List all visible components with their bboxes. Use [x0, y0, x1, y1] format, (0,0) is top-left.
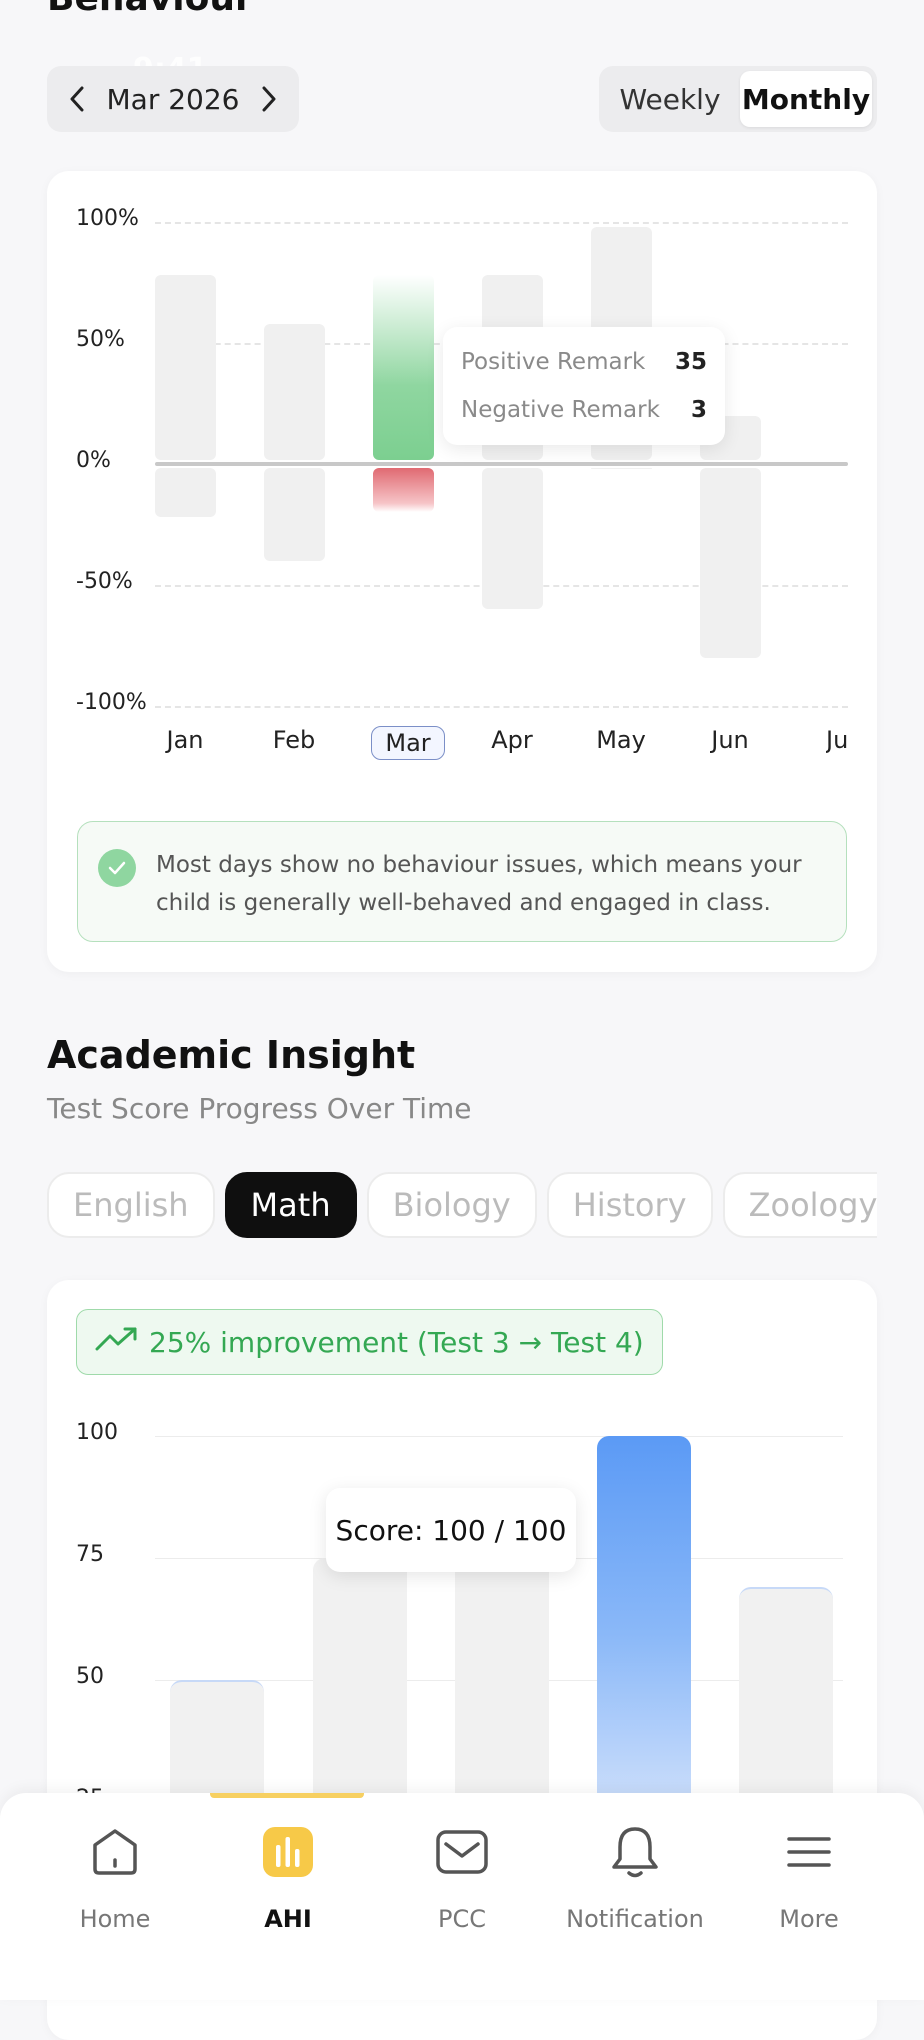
tooltip-negative-value: 3 [690, 397, 707, 423]
home-icon [86, 1823, 144, 1881]
behaviour-insight-text: Most days show no behaviour issues, whic… [156, 852, 802, 916]
behaviour-x-label[interactable]: Mar [371, 726, 445, 760]
behaviour-y-tick: 50% [76, 327, 125, 352]
behaviour-section-title: Behaviour [47, 0, 253, 19]
month-selector: Mar 2026 [47, 66, 299, 132]
tooltip-positive-value: 35 [674, 349, 707, 375]
behaviour-y-tick: 0% [76, 448, 111, 473]
nav-more[interactable]: More [722, 1823, 896, 1933]
behaviour-bar-negative[interactable] [699, 468, 761, 658]
nav-home[interactable]: Home [28, 1823, 202, 1933]
behaviour-x-label[interactable]: Ju [826, 726, 866, 754]
nav-pcc-label: PCC [438, 1905, 486, 1933]
score-y-tick: 75 [76, 1542, 104, 1567]
chip-history[interactable]: History [546, 1172, 713, 1238]
month-label: Mar 2026 [106, 82, 240, 116]
behaviour-tooltip: Positive Remark 35 Negative Remark 3 [443, 327, 725, 445]
bar-chart-icon [259, 1823, 317, 1881]
monthly-option[interactable]: Monthly [740, 71, 872, 127]
chip-math[interactable]: Math [224, 1172, 357, 1238]
behaviour-x-label[interactable]: Apr [476, 726, 548, 754]
score-bar[interactable] [455, 1558, 549, 1795]
bell-icon [606, 1823, 664, 1881]
behaviour-bar-positive[interactable] [372, 275, 434, 460]
behaviour-bar-positive[interactable] [154, 275, 216, 460]
period-toggle: Weekly Monthly [599, 66, 877, 132]
nav-ahi[interactable]: AHI [201, 1823, 375, 1933]
score-bar[interactable] [170, 1680, 264, 1797]
score-y-tick: 100 [76, 1420, 118, 1445]
behaviour-bar-negative[interactable] [590, 468, 652, 469]
trending-up-icon [95, 1326, 139, 1359]
nav-active-indicator [210, 1793, 364, 1798]
behaviour-x-label[interactable]: Jan [149, 726, 221, 754]
chip-zoology[interactable]: Zoology [722, 1172, 877, 1238]
score-tooltip: Score: 100 / 100 [326, 1488, 576, 1572]
behaviour-bar-negative[interactable] [372, 468, 434, 513]
score-bar[interactable] [597, 1436, 691, 1795]
behaviour-bar-negative[interactable] [154, 468, 216, 518]
score-grid-line [155, 1436, 843, 1437]
chevron-right-icon[interactable] [257, 86, 281, 112]
nav-notification[interactable]: Notification [548, 1823, 722, 1933]
behaviour-zero-line [155, 462, 848, 466]
behaviour-x-label[interactable]: May [585, 726, 657, 754]
tooltip-negative-label: Negative Remark [461, 397, 660, 423]
nav-more-label: More [779, 1905, 839, 1933]
tooltip-positive-label: Positive Remark [461, 349, 646, 375]
behaviour-y-tick: -50% [76, 569, 133, 594]
academic-insight-subtitle: Test Score Progress Over Time [47, 1092, 472, 1125]
academic-insight-title: Academic Insight [47, 1033, 416, 1077]
score-y-tick: 50 [76, 1664, 104, 1689]
nav-home-label: Home [79, 1905, 151, 1933]
behaviour-bar-positive[interactable] [263, 323, 325, 460]
behaviour-y-tick: 100% [76, 206, 139, 231]
bottom-nav: Home AHI PCC Notification More [0, 1793, 924, 2000]
behaviour-bar-negative[interactable] [481, 468, 543, 610]
score-bar[interactable] [739, 1587, 833, 1797]
nav-ahi-label: AHI [264, 1905, 312, 1933]
score-bar[interactable] [313, 1558, 407, 1795]
subject-chips: English Math Biology History Zoology [47, 1172, 877, 1242]
check-icon [98, 849, 136, 887]
mail-icon [433, 1823, 491, 1881]
behaviour-grid-line [155, 706, 848, 708]
behaviour-insight-box: Most days show no behaviour issues, whic… [77, 821, 847, 942]
chevron-left-icon[interactable] [65, 86, 89, 112]
behaviour-x-label[interactable]: Feb [258, 726, 330, 754]
improvement-badge: 25% improvement (Test 3 → Test 4) [76, 1309, 663, 1375]
nav-notification-label: Notification [566, 1905, 704, 1933]
improvement-text: 25% improvement (Test 3 → Test 4) [149, 1325, 644, 1359]
menu-icon [780, 1823, 838, 1881]
weekly-option[interactable]: Weekly [604, 71, 736, 127]
behaviour-grid-line [155, 222, 848, 224]
behaviour-x-label[interactable]: Jun [694, 726, 766, 754]
chip-biology[interactable]: Biology [366, 1172, 537, 1238]
behaviour-bar-negative[interactable] [263, 468, 325, 561]
nav-pcc[interactable]: PCC [375, 1823, 549, 1933]
chip-english[interactable]: English [47, 1172, 215, 1238]
behaviour-y-tick: -100% [76, 690, 147, 715]
